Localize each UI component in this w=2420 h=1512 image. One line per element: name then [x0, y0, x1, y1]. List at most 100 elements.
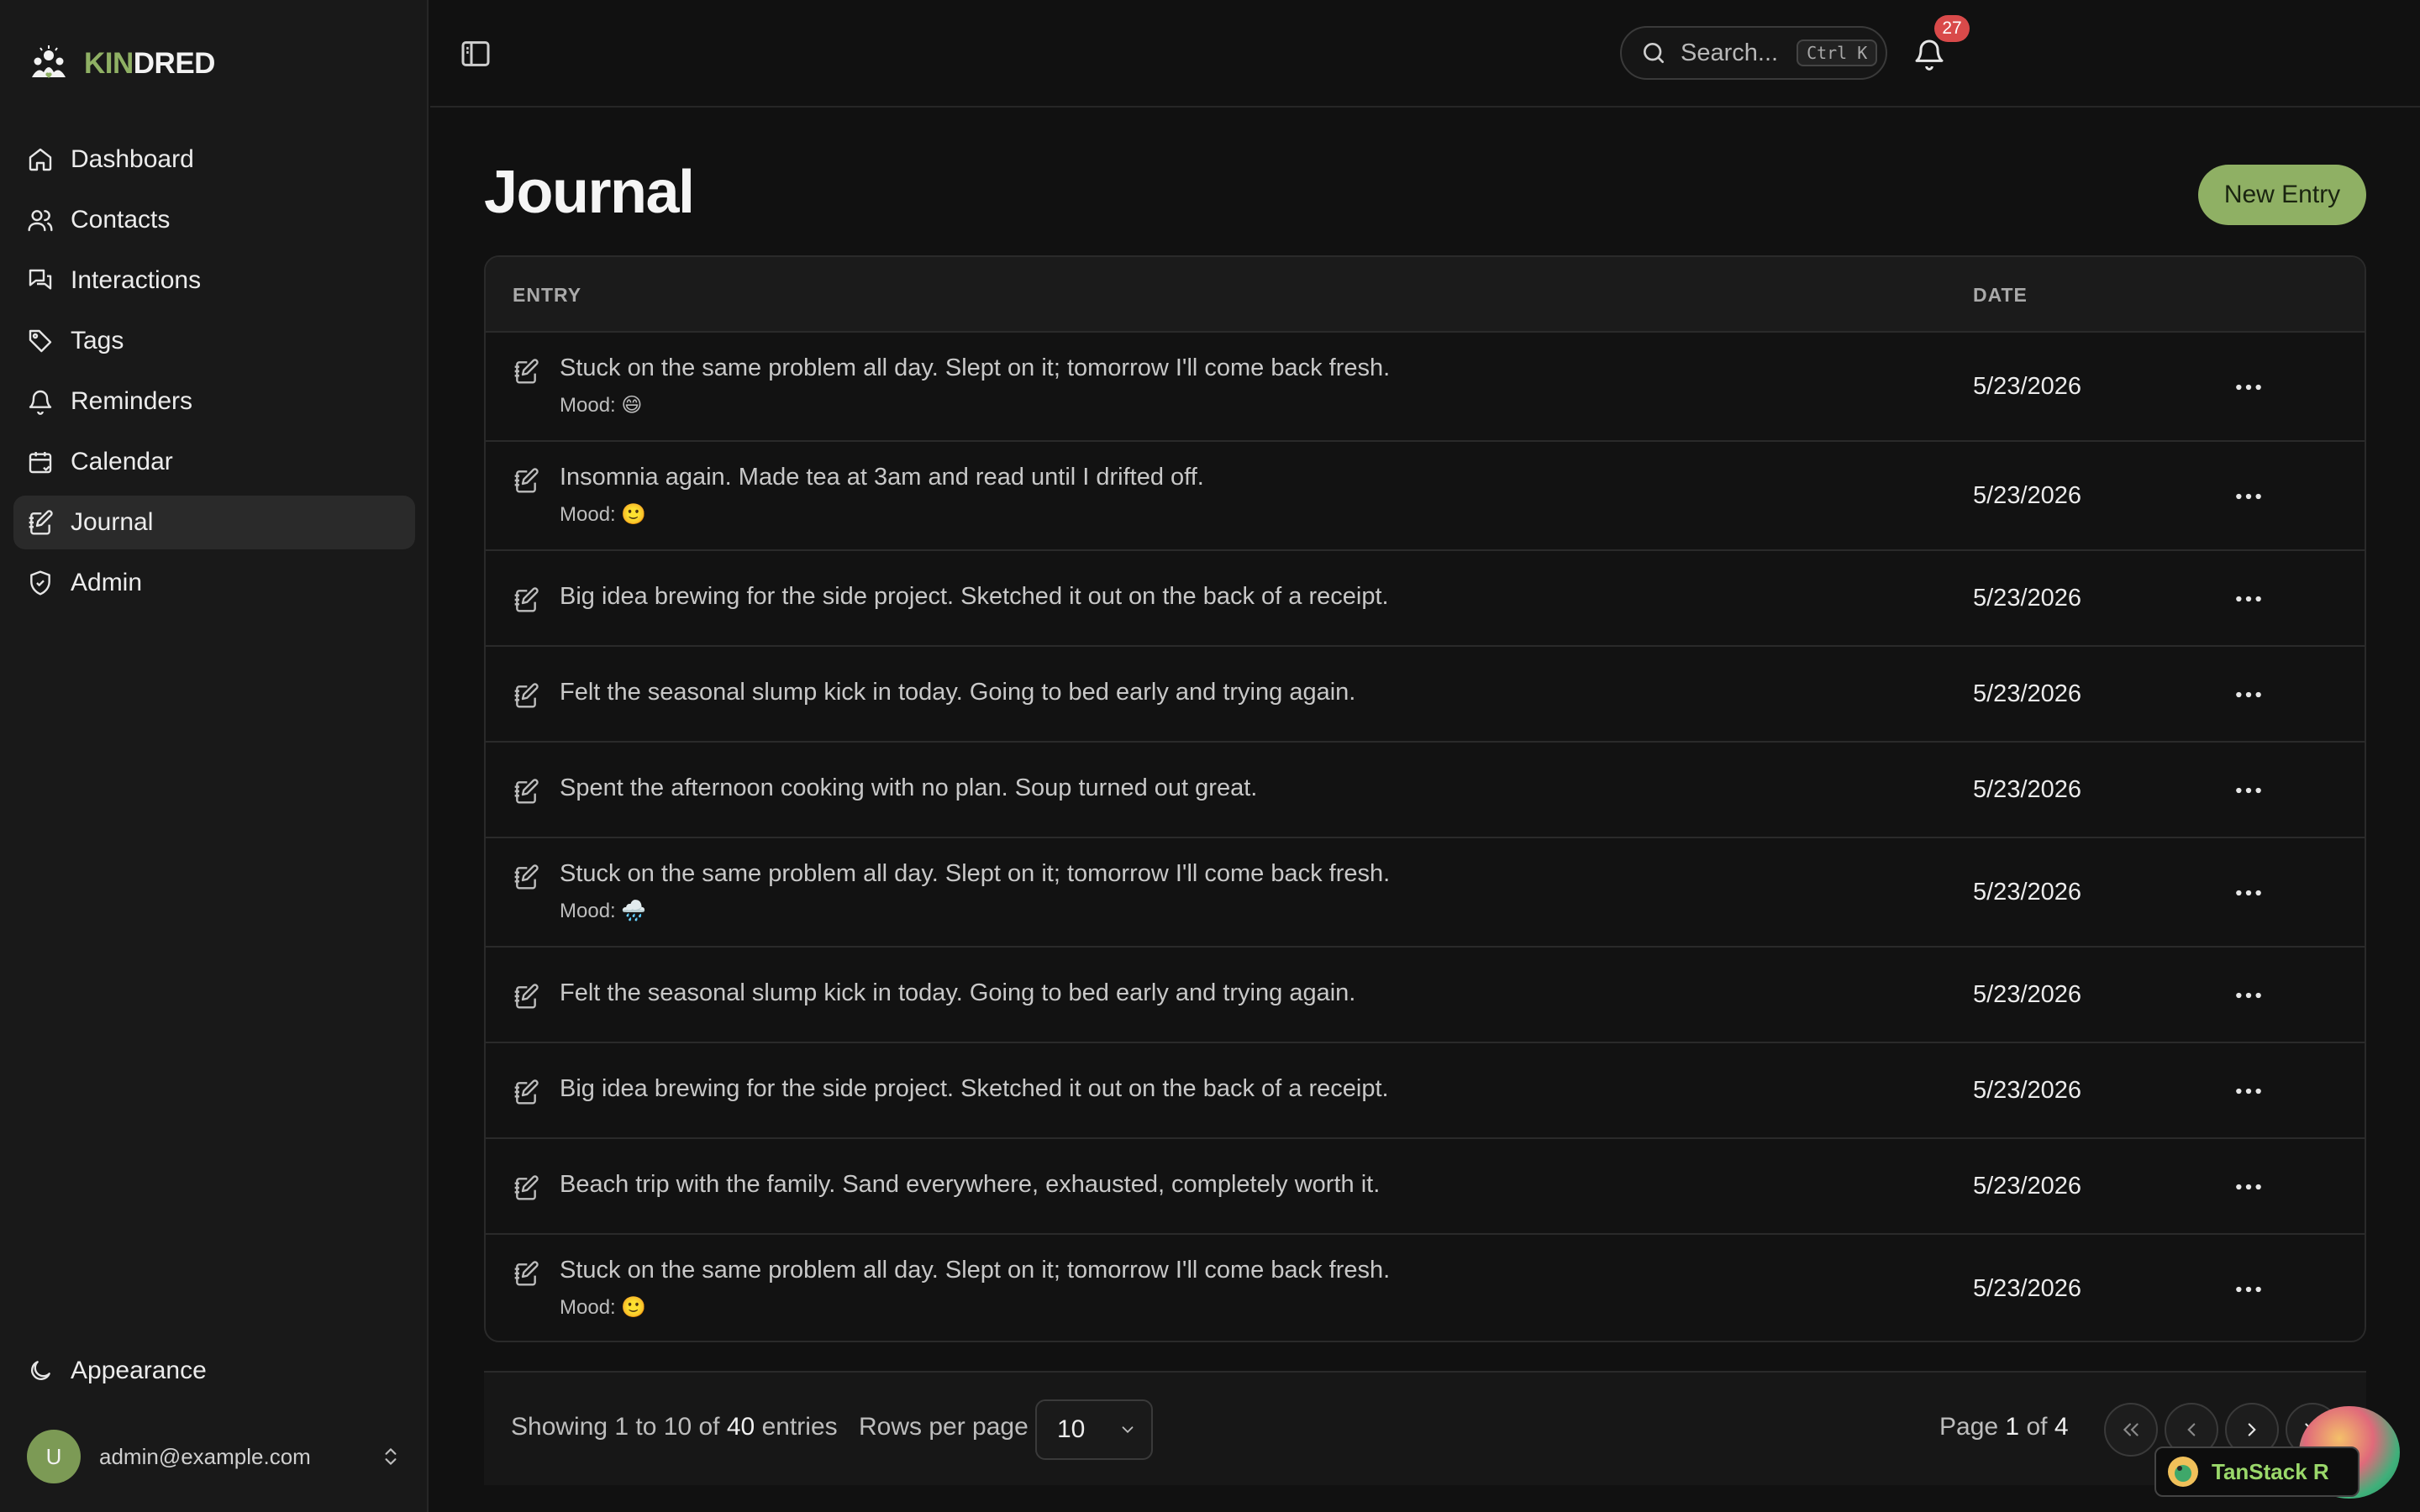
entry-mood: Mood: 🙂 [560, 1296, 647, 1319]
sidebar-item-label: Admin [71, 569, 143, 596]
journal-table: ENTRY DATE Stuck on the same problem all… [484, 255, 2366, 1342]
user-email: admin@example.com [99, 1443, 311, 1469]
notebook-pen-icon [513, 1174, 539, 1201]
notebook-pen-icon [513, 1260, 539, 1287]
entry-text: Felt the seasonal slump kick in today. G… [560, 679, 1356, 706]
users-icon [28, 210, 53, 232]
notifications-bell-icon[interactable] [1912, 37, 1946, 71]
page-of: of [2026, 1413, 2048, 1441]
rows-per-page-select[interactable]: 10 [1035, 1399, 1153, 1460]
sidebar-item-contacts[interactable]: Contacts [13, 193, 415, 247]
table-row[interactable]: Felt the seasonal slump kick in today. G… [486, 647, 2365, 743]
row-actions-menu-icon[interactable] [2232, 876, 2265, 910]
entry-mood: Mood: 🌧️ [560, 900, 647, 922]
search-input[interactable]: Search... Ctrl K [1620, 26, 1887, 80]
sidebar-item-label: Reminders [71, 387, 193, 415]
entry-date: 5/23/2026 [1973, 585, 2082, 612]
sidebar-item-label: Journal [71, 508, 154, 536]
table-row[interactable]: Stuck on the same problem all day. Slept… [486, 333, 2365, 442]
row-actions-menu-icon[interactable] [2232, 480, 2265, 513]
user-menu[interactable]: U admin@example.com [27, 1430, 402, 1483]
tag-icon [29, 329, 52, 353]
total-pages: 4 [2054, 1413, 2069, 1441]
sidebar-item-reminders[interactable]: Reminders [13, 375, 415, 428]
current-page: 1 [2005, 1413, 2020, 1441]
table-row[interactable]: Big idea brewing for the side project. S… [486, 551, 2365, 647]
sidebar-item-journal[interactable]: Journal [13, 496, 415, 549]
entry-text: Felt the seasonal slump kick in today. G… [560, 979, 1356, 1006]
row-actions-menu-icon[interactable] [2232, 979, 2265, 1012]
table-row[interactable]: Stuck on the same problem all day. Slept… [486, 838, 2365, 948]
sidebar: KINDRED Dashboard Contacts Interactions … [0, 0, 429, 1512]
sidebar-item-label: Contacts [71, 206, 171, 234]
bell-icon [29, 390, 52, 415]
entry-text: Stuck on the same problem all day. Slept… [560, 860, 1391, 887]
tanstack-devtools-toggle[interactable]: TanStack R [2154, 1446, 2360, 1497]
entry-text: Spent the afternoon cooking with no plan… [560, 774, 1258, 801]
column-header-entry[interactable]: ENTRY [513, 284, 581, 307]
row-actions-menu-icon[interactable] [2232, 1074, 2265, 1108]
tanstack-logo-icon [2168, 1457, 2198, 1487]
chevron-left-icon [2187, 1423, 2196, 1436]
page-indicator: Page 1 of 4 [1939, 1413, 2069, 1441]
table-row[interactable]: Insomnia again. Made tea at 3am and read… [486, 442, 2365, 551]
sidebar-item-label: Calendar [71, 448, 173, 475]
sidebar-toggle-icon[interactable] [459, 37, 492, 71]
table-row[interactable]: Felt the seasonal slump kick in today. G… [486, 948, 2365, 1043]
search-icon [1644, 43, 1664, 63]
row-actions-menu-icon[interactable] [2232, 1273, 2265, 1306]
entry-date: 5/23/2026 [1973, 1275, 2082, 1302]
appearance-label: Appearance [71, 1357, 207, 1384]
sidebar-item-label: Interactions [71, 266, 202, 294]
first-page-button[interactable] [2104, 1403, 2158, 1457]
notebook-pen-icon [513, 358, 539, 385]
entry-date: 5/23/2026 [1973, 373, 2082, 400]
notification-badge: 27 [1934, 15, 1970, 42]
appearance-button[interactable]: Appearance [13, 1344, 415, 1398]
row-actions-menu-icon[interactable] [2232, 678, 2265, 711]
total-entries: 40 [726, 1413, 755, 1441]
new-entry-button[interactable]: New Entry [2198, 165, 2366, 225]
showing-entries: Showing 1 to 10 of 40 entries [511, 1413, 838, 1441]
notebook-pen-icon [29, 510, 53, 535]
entry-date: 5/23/2026 [1973, 482, 2082, 509]
sidebar-item-interactions[interactable]: Interactions [13, 254, 415, 307]
sidebar-item-tags[interactable]: Tags [13, 314, 415, 368]
pagination-bar: Showing 1 to 10 of 40 entries Rows per p… [484, 1371, 2366, 1485]
table-row[interactable]: Spent the afternoon cooking with no plan… [486, 743, 2365, 838]
entry-text: Beach trip with the family. Sand everywh… [560, 1171, 1381, 1198]
entry-date: 5/23/2026 [1973, 776, 2082, 803]
sidebar-item-label: Tags [71, 327, 124, 354]
sidebar-nav: Dashboard Contacts Interactions Tags Rem… [13, 133, 415, 617]
row-actions-menu-icon[interactable] [2232, 582, 2265, 616]
entry-text: Stuck on the same problem all day. Slept… [560, 354, 1391, 381]
messages-icon [29, 269, 52, 290]
moon-icon [31, 1361, 50, 1380]
row-actions-menu-icon[interactable] [2232, 370, 2265, 404]
column-header-date[interactable]: DATE [1973, 284, 2028, 307]
table-row[interactable]: Stuck on the same problem all day. Slept… [486, 1235, 2365, 1341]
table-body: Stuck on the same problem all day. Slept… [486, 333, 2365, 1341]
search-shortcut: Ctrl K [1797, 39, 1878, 66]
row-actions-menu-icon[interactable] [2232, 774, 2265, 807]
table-row[interactable]: Big idea brewing for the side project. S… [486, 1043, 2365, 1139]
row-actions-menu-icon[interactable] [2232, 1170, 2265, 1204]
entry-mood: Mood: 🙂 [560, 503, 647, 526]
chevrons-up-down-icon [385, 1448, 397, 1465]
shield-check-icon [30, 570, 50, 596]
table-row[interactable]: Beach trip with the family. Sand everywh… [486, 1139, 2365, 1235]
entry-date: 5/23/2026 [1973, 1077, 2082, 1104]
entry-date: 5/23/2026 [1973, 879, 2082, 906]
notebook-pen-icon [513, 1079, 539, 1105]
notebook-pen-icon [513, 682, 539, 709]
search-placeholder: Search... [1681, 39, 1779, 66]
sidebar-item-calendar[interactable]: Calendar [13, 435, 415, 489]
entry-text: Big idea brewing for the side project. S… [560, 1075, 1389, 1102]
sidebar-item-admin[interactable]: Admin [13, 556, 415, 610]
sidebar-item-dashboard[interactable]: Dashboard [13, 133, 415, 186]
entry-text: Insomnia again. Made tea at 3am and read… [560, 464, 1204, 491]
notebook-pen-icon [513, 983, 539, 1010]
entry-text: Stuck on the same problem all day. Slept… [560, 1257, 1391, 1284]
notebook-pen-icon [513, 778, 539, 805]
brand[interactable]: KINDRED [29, 44, 215, 84]
